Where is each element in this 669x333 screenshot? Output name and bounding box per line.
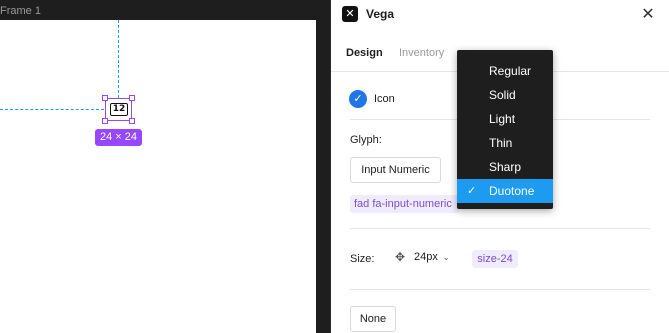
resize-handle-bottom-right[interactable]: [129, 118, 135, 124]
resize-handle-top-left[interactable]: [102, 95, 108, 101]
resize-handle-bottom-left[interactable]: [102, 118, 108, 124]
menu-item-solid[interactable]: Solid: [457, 83, 553, 107]
menu-item-thin[interactable]: Thin: [457, 131, 553, 155]
design-canvas[interactable]: Frame 1 12 24 × 24: [0, 0, 330, 333]
size-select[interactable]: 24px ⌄: [414, 251, 450, 263]
plugin-titlebar: ✕ Vega ✕: [331, 0, 669, 30]
icon-row-label: Icon: [374, 93, 395, 105]
resize-handle-top-right[interactable]: [129, 95, 135, 101]
size-class-chip[interactable]: size-24: [472, 250, 518, 268]
menu-item-sharp[interactable]: Sharp: [457, 155, 553, 179]
glyph-label: Glyph:: [350, 134, 382, 146]
glyph-class-chip[interactable]: fad fa-input-numeric: [350, 195, 460, 213]
divider: [350, 289, 650, 290]
plugin-title: Vega: [366, 7, 395, 21]
close-icon[interactable]: ✕: [639, 5, 657, 23]
horizontal-guide: [0, 109, 104, 110]
frame[interactable]: [0, 20, 316, 333]
menu-item-duotone[interactable]: ✓ Duotone: [457, 179, 553, 203]
menu-item-label: Duotone: [489, 184, 535, 198]
chevron-down-icon: ⌄: [442, 253, 450, 262]
checkmark-icon: ✓: [467, 184, 477, 197]
selected-icon[interactable]: 12: [102, 95, 135, 124]
menu-item-label: Light: [489, 112, 516, 126]
vertical-guide: [118, 20, 119, 98]
vega-logo-icon: ✕: [342, 6, 358, 22]
input-numeric-icon: 12: [110, 103, 128, 116]
selection-size-badge: 24 × 24: [95, 129, 142, 146]
menu-item-light[interactable]: Light: [457, 107, 553, 131]
tab-design[interactable]: Design: [346, 47, 383, 59]
menu-item-label: Regular: [489, 64, 532, 78]
divider: [350, 228, 650, 229]
size-label: Size:: [350, 253, 375, 265]
frame-label[interactable]: Frame 1: [0, 5, 41, 17]
verified-check-icon[interactable]: ✓: [349, 90, 367, 108]
menu-item-label: Solid: [489, 88, 516, 102]
none-button[interactable]: None: [350, 306, 396, 332]
menu-item-label: Sharp: [489, 160, 522, 174]
glyph-picker-button[interactable]: Input Numeric: [350, 157, 441, 183]
style-dropdown-menu: Regular Solid Light Thin Sharp ✓ Duotone: [457, 50, 553, 209]
size-value: 24px: [414, 251, 438, 263]
tab-inventory[interactable]: Inventory: [399, 47, 444, 59]
menu-item-label: Thin: [489, 136, 513, 150]
menu-item-regular[interactable]: Regular: [457, 59, 553, 83]
resize-icon: ✥: [394, 250, 406, 264]
